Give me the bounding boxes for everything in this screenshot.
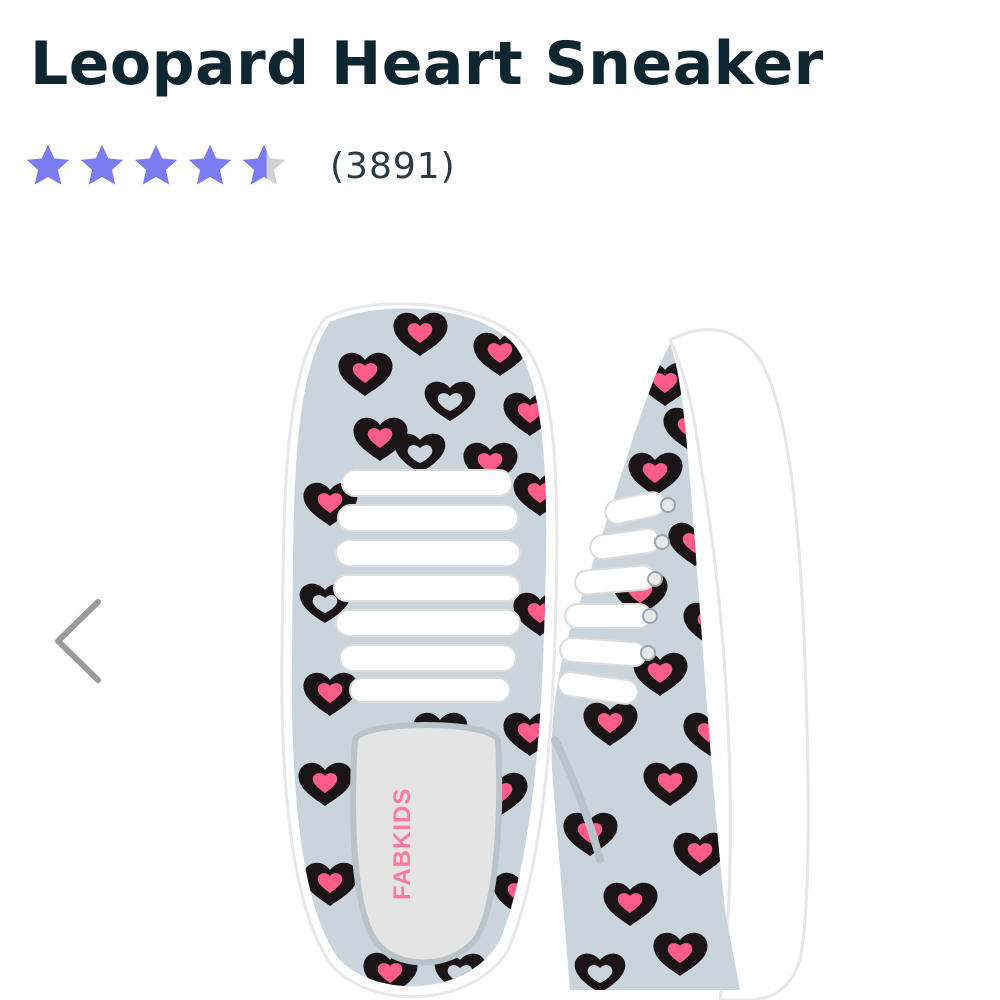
- review-count[interactable]: (3891): [330, 146, 456, 187]
- product-rating[interactable]: (3891): [22, 138, 456, 194]
- star-icon: [134, 144, 178, 185]
- star-icon: [188, 144, 232, 185]
- star-icon: [26, 144, 70, 185]
- chevron-left-icon[interactable]: [46, 596, 110, 686]
- product-title: Leopard Heart Sneaker: [30, 29, 824, 99]
- insole-brand-label: FABKIDS: [389, 788, 416, 900]
- star-icon: [80, 144, 124, 185]
- product-image: FABKIDS: [280, 302, 810, 1000]
- star-rating: [22, 140, 290, 192]
- left-sneaker: FABKIDS: [280, 302, 559, 999]
- half-star-icon: [242, 144, 286, 185]
- product-image-gallery[interactable]: FABKIDS: [0, 230, 1000, 1000]
- right-sneaker: [551, 328, 810, 1000]
